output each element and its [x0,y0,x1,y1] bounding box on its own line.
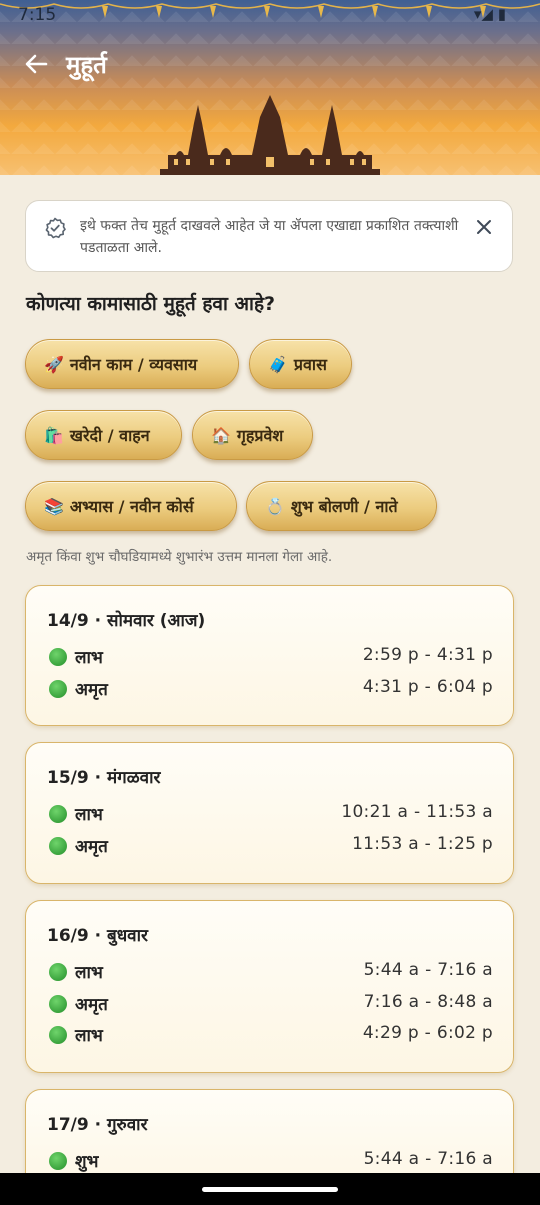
chip-label: खरेदी / वाहन [69,426,150,445]
slot-time: 4:29 p - 6:02 p [362,1023,493,1043]
status-bar: 7:15 ▾◢ ▮ [0,0,540,32]
page-title: मुहूर्त [66,51,107,79]
header-banner: 7:15 ▾◢ ▮ मुहूर्त [0,0,540,175]
green-dot-icon [49,680,67,698]
chip-label: अभ्यास / नवीन कोर्स [69,497,194,516]
verified-check-icon [45,217,66,239]
temple-illustration [160,95,380,175]
house-icon: 🏠 [211,425,231,445]
status-time: 7:15 [18,5,57,25]
day-card[interactable]: 15/9 · मंगळवार लाभ 10:21 a - 11:53 a अमृ… [25,742,514,884]
chip-study-course[interactable]: 📚 अभ्यास / नवीन कोर्स [25,481,237,531]
slot-name: अमृत [75,837,108,857]
chip-new-business[interactable]: 🚀 नवीन काम / व्यवसाय [25,339,239,389]
day-date: 16/9 · बुधवार [47,926,148,946]
green-dot-icon [49,837,67,855]
slot-name: लाभ [75,963,103,983]
slot-time: 4:31 p - 6:04 p [362,677,493,697]
slot-row: लाभ 4:29 p - 6:02 p [47,1023,493,1047]
rocket-icon: 🚀 [44,354,64,374]
slot-time: 2:59 p - 4:31 p [362,645,493,665]
status-icons: ▾◢ ▮ [473,5,506,23]
green-dot-icon [49,963,67,981]
chip-label: नवीन काम / व्यवसाय [69,355,198,374]
slot-row: लाभ 10:21 a - 11:53 a [47,802,493,826]
back-arrow-icon[interactable] [22,50,50,78]
hint-text: अमृत किंवा शुभ चौघडियामध्ये शुभारंभ उत्त… [26,549,333,565]
day-date: 15/9 · मंगळवार [47,768,161,788]
green-dot-icon [49,1026,67,1044]
shopping-bag-icon: 🛍️ [44,425,64,445]
slot-row: अमृत 4:31 p - 6:04 p [47,677,493,701]
chip-label: शुभ बोलणी / नाते [290,497,398,516]
chip-label: प्रवास [293,355,327,374]
slot-time: 7:16 a - 8:48 a [363,992,493,1012]
slot-name: लाभ [75,648,103,668]
slot-row: अमृत 7:16 a - 8:48 a [47,992,493,1016]
green-dot-icon [49,805,67,823]
home-gesture-pill[interactable] [202,1187,338,1192]
luggage-icon: 🧳 [268,354,288,374]
slot-name: अमृत [75,680,108,700]
slot-row: लाभ 5:44 a - 7:16 a [47,960,493,984]
chip-travel[interactable]: 🧳 प्रवास [249,339,352,389]
chip-label: गृहप्रवेश [236,426,284,445]
slot-time: 5:44 a - 7:16 a [363,1149,493,1169]
slot-name: लाभ [75,1026,103,1046]
day-card[interactable]: 14/9 · सोमवार (आज) लाभ 2:59 p - 4:31 p अ… [25,585,514,726]
day-card[interactable]: 16/9 · बुधवार लाभ 5:44 a - 7:16 a अमृत 7… [25,900,514,1073]
slot-row: अमृत 11:53 a - 1:25 p [47,834,493,858]
day-date: 14/9 · सोमवार (आज) [47,611,206,631]
close-icon[interactable] [474,217,494,237]
slot-time: 11:53 a - 1:25 p [352,834,493,854]
slot-name: शुभ [75,1152,99,1172]
green-dot-icon [49,1152,67,1170]
chip-housewarming[interactable]: 🏠 गृहप्रवेश [192,410,313,460]
chip-engagement-relations[interactable]: 💍 शुभ बोलणी / नाते [246,481,437,531]
notice-text: इथे फक्त तेच मुहूर्त दाखवले आहेत जे या ॲ… [80,218,459,256]
verified-notice: इथे फक्त तेच मुहूर्त दाखवले आहेत जे या ॲ… [25,200,513,272]
slot-name: लाभ [75,805,103,825]
slot-row: शुभ 5:44 a - 7:16 a [47,1149,493,1173]
system-nav-bar [0,1173,540,1205]
slot-name: अमृत [75,995,108,1015]
chip-shopping-vehicle[interactable]: 🛍️ खरेदी / वाहन [25,410,182,460]
green-dot-icon [49,995,67,1013]
slot-time: 10:21 a - 11:53 a [341,802,493,822]
slot-time: 5:44 a - 7:16 a [363,960,493,980]
slot-row: लाभ 2:59 p - 4:31 p [47,645,493,669]
green-dot-icon [49,648,67,666]
ring-icon: 💍 [265,496,285,516]
day-date: 17/9 · गुरुवार [47,1115,148,1135]
purpose-question: कोणत्या कामासाठी मुहूर्त हवा आहे? [26,293,276,315]
books-icon: 📚 [44,496,64,516]
